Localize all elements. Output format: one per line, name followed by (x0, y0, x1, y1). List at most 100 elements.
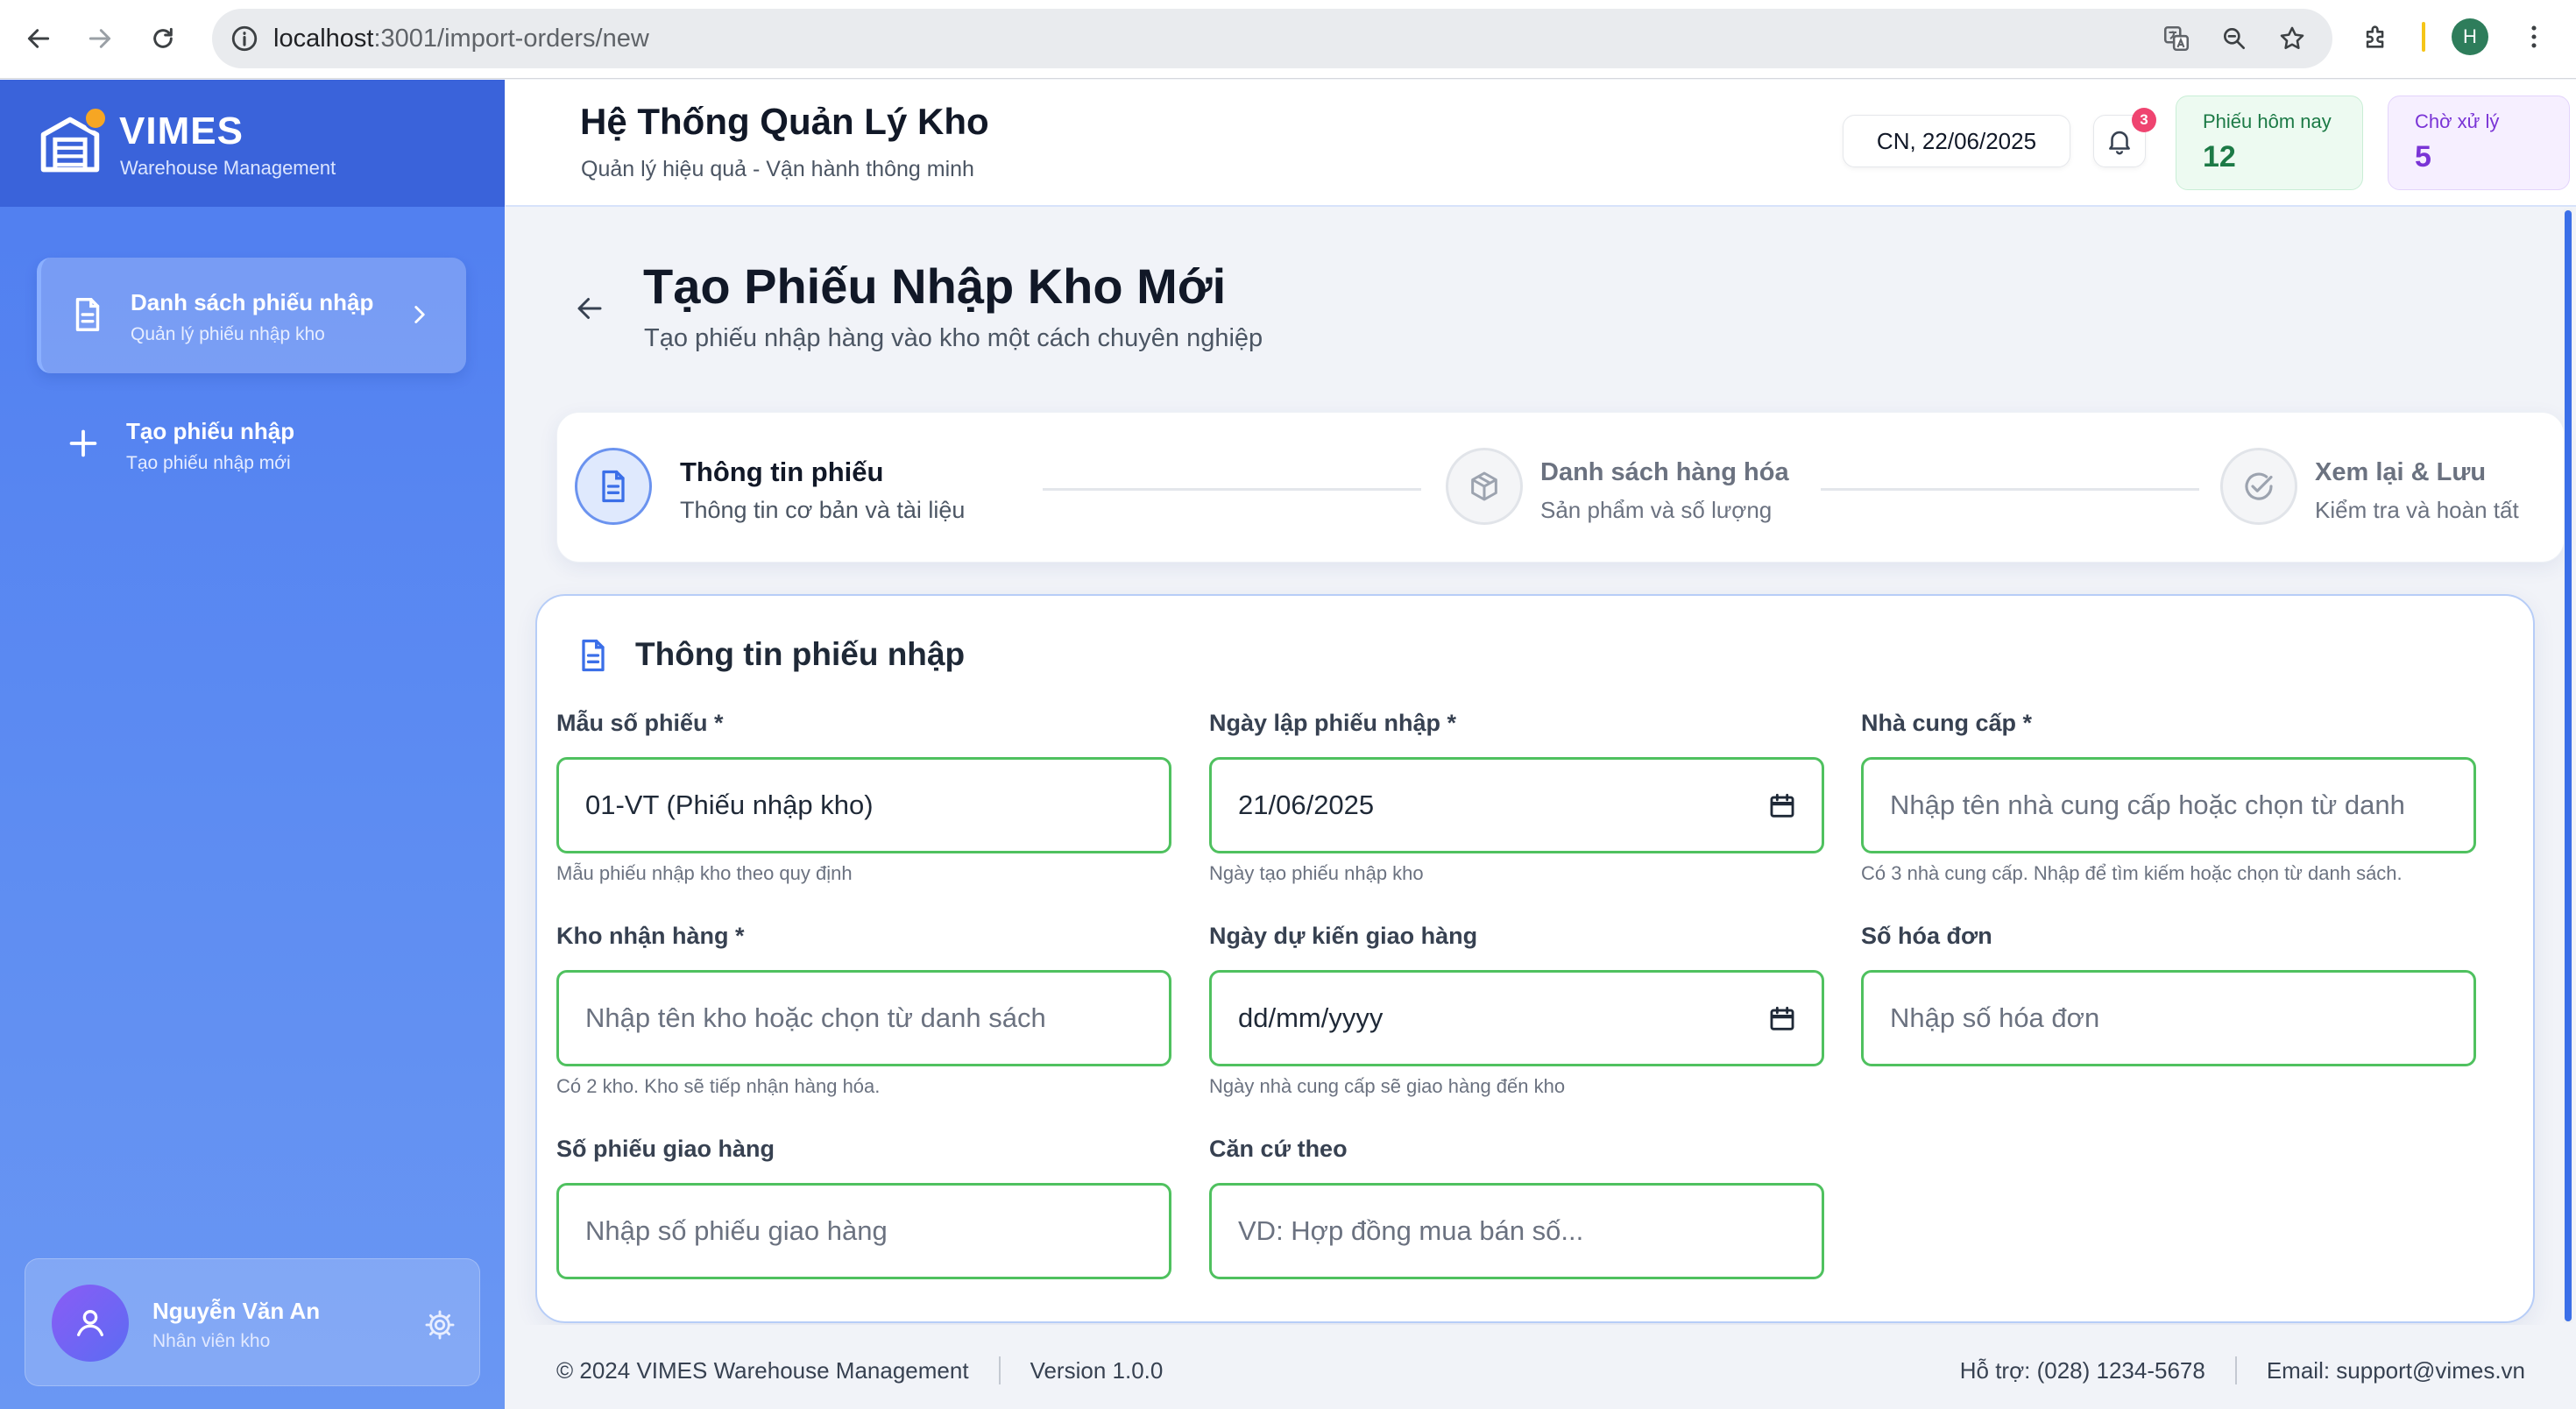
supplier-input[interactable]: Nhập tên nhà cung cấp hoặc chọn từ danh (1861, 757, 2476, 853)
field-label: Mẫu số phiếu * (556, 710, 724, 736)
scrollbar-thumb[interactable] (2565, 210, 2572, 1321)
document-icon (75, 298, 100, 331)
field-label: Ngày lập phiếu nhập * (1209, 710, 1457, 736)
profile-avatar[interactable]: H (2452, 18, 2488, 55)
url-path: :3001/import-orders/new (373, 24, 649, 53)
reload-icon[interactable] (144, 19, 182, 58)
bell-icon (2109, 131, 2130, 155)
page-subtitle: Tạo phiếu nhập hàng vào kho một cách chu… (644, 324, 1263, 352)
user-icon (77, 1310, 104, 1336)
field-label: Căn cứ theo (1209, 1136, 1348, 1162)
template-input[interactable]: 01-VT (Phiếu nhập kho) (556, 757, 1171, 853)
url-host: localhost (273, 24, 374, 53)
field-hint: Có 3 nhà cung cấp. Nhập để tìm kiếm hoặc… (1861, 862, 2403, 884)
step-desc: Kiểm tra và hoàn tất (2315, 497, 2519, 523)
avatar (52, 1285, 129, 1362)
logo-status-dot (83, 106, 108, 131)
field-placeholder: Nhập số hóa đơn (1890, 1002, 2100, 1033)
delivery-note-input[interactable]: Nhập số phiếu giao hàng (556, 1183, 1171, 1279)
field-hint: Ngày tạo phiếu nhập kho (1209, 862, 1424, 884)
app-header: Hệ Thống Quản Lý Kho Quản lý hiệu quả - … (506, 80, 2576, 207)
user-card[interactable]: Nguyễn Văn An Nhân viên kho (25, 1258, 480, 1386)
stat-value: 12 (2203, 140, 2236, 173)
step-connector (1821, 488, 2199, 491)
stat-value: 5 (2415, 140, 2431, 173)
gear-icon[interactable] (423, 1308, 456, 1342)
sidebar-item-import-list[interactable]: Danh sách phiếu nhập Quản lý phiếu nhập … (37, 258, 466, 373)
translate-icon[interactable] (2159, 21, 2194, 56)
back-arrow-icon[interactable] (19, 19, 58, 58)
warehouse-field: Kho nhận hàng * Nhập tên kho hoặc chọn t… (556, 923, 1171, 1098)
warehouse-input[interactable]: Nhập tên kho hoặc chọn từ danh sách (556, 970, 1171, 1066)
plus-icon (69, 429, 97, 457)
invoice-input[interactable]: Nhập số hóa đơn (1861, 970, 2476, 1066)
bookmark-star-icon[interactable] (2275, 21, 2310, 56)
created-date-field: Ngày lập phiếu nhập * 21/06/2025 Ngày tạ… (1209, 710, 1824, 885)
field-placeholder: VD: Hợp đồng mua bán số... (1238, 1215, 1584, 1246)
field-hint: Có 2 kho. Kho sẽ tiếp nhận hàng hóa. (556, 1075, 881, 1097)
document-icon (575, 448, 652, 525)
calendar-icon[interactable] (1767, 1004, 1797, 1034)
sidebar-item-label: Tạo phiếu nhập (126, 418, 295, 444)
footer-support: Hỗ trợ: (028) 1234-5678 (1959, 1356, 2205, 1384)
extensions-icon[interactable] (2357, 18, 2396, 56)
field-label: Số phiếu giao hàng (556, 1136, 775, 1162)
brand-name: VIMES (119, 110, 244, 152)
step-desc: Thông tin cơ bản và tài liệu (680, 497, 966, 523)
form-title: Thông tin phiếu nhập (635, 636, 966, 672)
current-date: CN, 22/06/2025 (1843, 115, 2070, 167)
page-title: Tạo Phiếu Nhập Kho Mới (643, 258, 1227, 314)
supplier-field: Nhà cung cấp * Nhập tên nhà cung cấp hoặ… (1861, 710, 2476, 885)
page-scrollbar[interactable] (2564, 209, 2572, 1323)
created-date-input[interactable]: 21/06/2025 (1209, 757, 1824, 853)
based-on-field: Căn cứ theo VD: Hợp đồng mua bán số... (1209, 1136, 1824, 1279)
footer-copyright: © 2024 VIMES Warehouse Management (556, 1356, 969, 1384)
more-menu-icon[interactable] (2515, 18, 2553, 56)
stat-pending: Chờ xử lý 5 (2388, 96, 2570, 190)
delivery-date-input[interactable]: dd/mm/yyyy (1209, 970, 1824, 1066)
footer-separator (998, 1356, 1001, 1384)
based-on-input[interactable]: VD: Hợp đồng mua bán số... (1209, 1183, 1824, 1279)
invoice-field: Số hóa đơn Nhập số hóa đơn (1861, 923, 2476, 1066)
step-connector (1043, 488, 1421, 491)
sidebar-item-create-import[interactable]: Tạo phiếu nhập Tạo phiếu nhập mới (37, 386, 466, 502)
app-title: Hệ Thống Quản Lý Kho (580, 101, 989, 142)
check-circle-icon (2220, 448, 2297, 525)
delivery-date-field: Ngày dự kiến giao hàng dd/mm/yyyy Ngày n… (1209, 923, 1824, 1098)
field-label: Nhà cung cấp * (1861, 710, 2033, 736)
field-hint: Ngày nhà cung cấp sẽ giao hàng đến kho (1209, 1075, 1566, 1097)
delivery-note-field: Số phiếu giao hàng Nhập số phiếu giao hà… (556, 1136, 1171, 1279)
app-footer: © 2024 VIMES Warehouse Management Versio… (506, 1325, 2576, 1409)
field-value: dd/mm/yyyy (1238, 1002, 1384, 1033)
stepper: Thông tin phiếu Thông tin cơ bản và tài … (556, 412, 2565, 563)
footer-separator (2234, 1356, 2237, 1384)
zoom-icon[interactable] (2217, 21, 2252, 56)
field-value: 01-VT (Phiếu nhập kho) (585, 789, 874, 820)
chevron-right-icon (414, 306, 425, 323)
back-button[interactable] (569, 287, 611, 329)
sidebar-item-sublabel: Tạo phiếu nhập mới (126, 453, 291, 473)
footer-email[interactable]: Email: support@vimes.vn (2267, 1357, 2525, 1384)
arrow-left-icon (577, 298, 602, 319)
field-label: Số hóa đơn (1861, 923, 1992, 949)
browser-toolbar: localhost:3001/import-orders/new H (0, 0, 2576, 79)
sidebar-item-sublabel: Quản lý phiếu nhập kho (131, 324, 325, 344)
notification-badge: 3 (2132, 108, 2156, 132)
footer-version: Version 1.0.0 (1030, 1356, 1164, 1384)
forward-arrow-icon[interactable] (81, 19, 119, 58)
field-placeholder: Nhập số phiếu giao hàng (585, 1215, 888, 1246)
stat-label: Phiếu hôm nay (2203, 110, 2332, 132)
step-title: Danh sách hàng hóa (1540, 458, 1789, 486)
field-value: 21/06/2025 (1238, 789, 1375, 820)
step-title: Thông tin phiếu (680, 457, 884, 487)
toolbar-divider (2422, 22, 2425, 52)
address-bar[interactable]: localhost:3001/import-orders/new (212, 9, 2332, 68)
brand: VIMES Warehouse Management (0, 80, 505, 207)
import-info-form: Thông tin phiếu nhập Mẫu số phiếu * 01-V… (535, 594, 2535, 1323)
site-info-icon[interactable] (230, 24, 259, 53)
app-subtitle: Quản lý hiệu quả - Vận hành thông minh (581, 157, 974, 181)
field-hint: Mẫu phiếu nhập kho theo quy định (556, 862, 853, 884)
user-role: Nhân viên kho (152, 1331, 271, 1351)
box-icon (1446, 448, 1523, 525)
calendar-icon[interactable] (1767, 791, 1797, 821)
